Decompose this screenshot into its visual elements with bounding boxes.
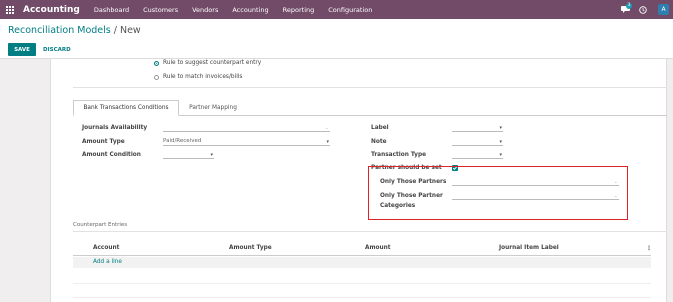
rule-option-label: Rule to match invoices/bills [163,74,243,80]
notebook-tabs: Bank Transactions Conditions Partner Map… [73,100,667,116]
menu-accounting[interactable]: Accounting [232,6,268,14]
table-row [73,297,651,298]
counterpart-table-header: Account Amount Type Amount Journal Item … [73,242,651,256]
amount-type-value: Paid/Received [163,138,202,144]
column-amount[interactable]: Amount [365,245,391,251]
transaction-type-select[interactable]: ▾ [452,151,503,159]
column-account[interactable]: Account [93,245,119,251]
breadcrumb: Reconciliation Models / New [8,25,141,36]
journals-availability-field[interactable]: ⌄ [163,124,330,132]
dropdown-caret-icon: ▾ [499,139,502,145]
save-button[interactable]: SAVE [8,43,36,56]
tab-bank-transactions-conditions[interactable]: Bank Transactions Conditions [73,100,179,116]
section-divider [73,87,667,88]
note-select[interactable]: ▾ [452,138,503,146]
amount-condition-label: Amount Condition [82,152,141,158]
note-label: Note [371,139,387,145]
rule-option-suggest[interactable]: Rule to suggest counterpart entry [154,60,261,66]
chat-icon[interactable]: 3 [616,0,634,19]
dropdown-caret-icon: ▾ [210,152,213,158]
menu-dashboard[interactable]: Dashboard [94,6,129,14]
counterpart-entries-title: Counterpart Entries [73,222,128,228]
control-panel: Reconciliation Models / New SAVE DISCARD [0,19,673,59]
activity-clock-icon[interactable] [634,0,652,19]
radio-selected-icon[interactable] [154,60,159,66]
breadcrumb-current: New [119,25,141,36]
journals-availability-label: Journals Availability [82,125,148,131]
breadcrumb-separator: / [110,25,120,36]
breadcrumb-root[interactable]: Reconciliation Models [8,25,111,36]
radio-unselected-icon[interactable] [154,74,159,80]
dropdown-caret-icon: ▾ [499,152,502,158]
section-divider [73,231,667,232]
column-options-icon[interactable]: ⋮ [646,245,652,252]
menu-vendors[interactable]: Vendors [192,6,218,14]
label-label: Label [371,125,389,131]
add-line-link[interactable]: Add a line [93,259,122,265]
menu-customers[interactable]: Customers [143,6,178,14]
form-sheet: Rule to suggest counterpart entry Rule t… [50,59,667,302]
amount-type-select[interactable]: Paid/Received ▾ [163,138,330,146]
rule-option-label: Rule to suggest counterpart entry [163,60,262,66]
top-navbar: Accounting Dashboard Customers Vendors A… [0,0,673,19]
amount-type-label: Amount Type [82,139,125,145]
discard-button[interactable]: DISCARD [43,43,71,56]
label-select[interactable]: ▾ [452,124,503,132]
dropdown-caret-icon: ▾ [326,139,329,145]
amount-condition-select[interactable]: ▾ [163,151,214,159]
menu-reporting[interactable]: Reporting [283,6,315,14]
apps-menu-icon[interactable] [0,0,20,19]
dropdown-caret-icon: ⌄ [324,125,329,131]
chat-count-badge: 3 [626,3,632,9]
transaction-type-label: Transaction Type [371,152,427,158]
app-name[interactable]: Accounting [23,5,80,15]
user-avatar[interactable]: A [658,4,669,15]
tab-partner-mapping[interactable]: Partner Mapping [179,100,247,116]
column-journal-item-label[interactable]: Journal Item Label [499,245,559,251]
highlight-box [368,166,628,220]
column-amount-type[interactable]: Amount Type [229,245,272,251]
table-row: Add a line [73,257,651,268]
rule-option-match[interactable]: Rule to match invoices/bills [154,74,242,80]
menu-configuration[interactable]: Configuration [328,6,372,14]
dropdown-caret-icon: ▾ [499,125,502,131]
table-row [73,283,651,284]
